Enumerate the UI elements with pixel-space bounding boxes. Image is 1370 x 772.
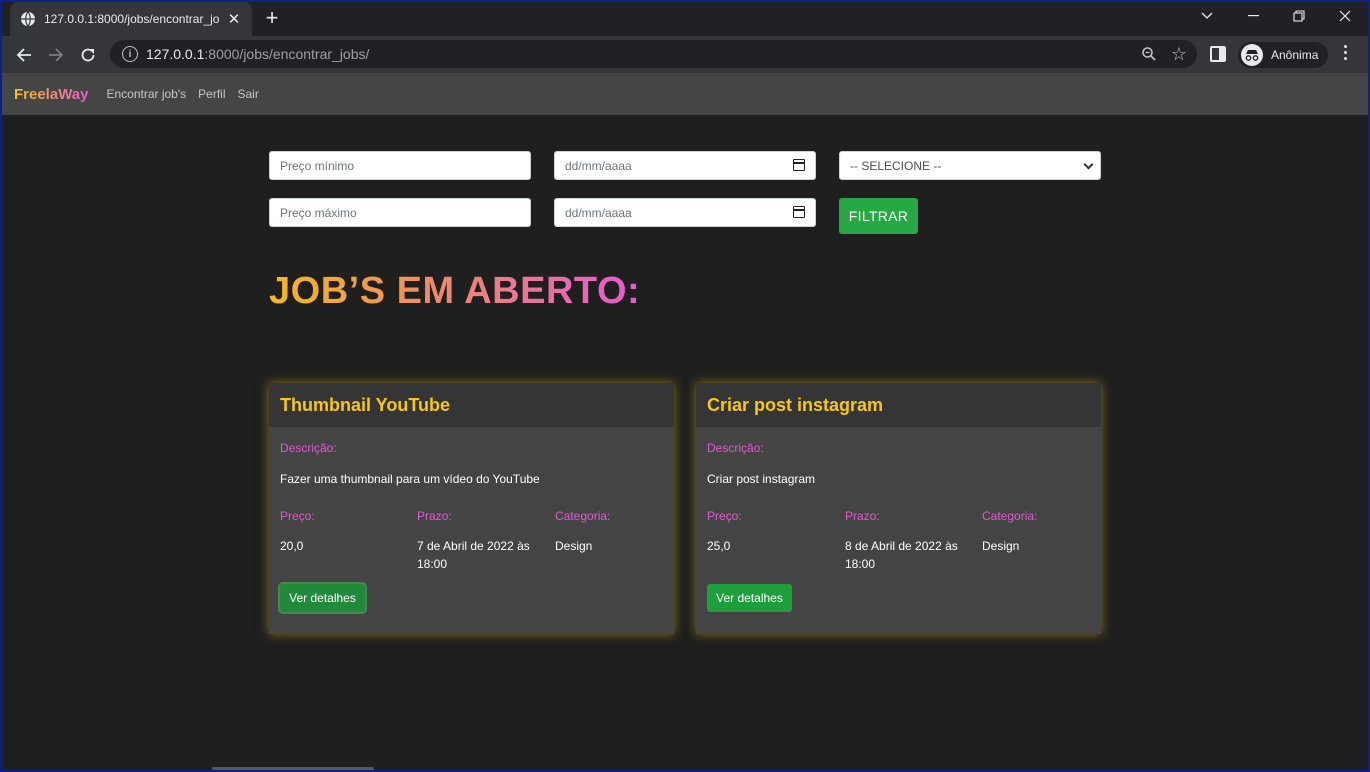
star-icon[interactable]: ☆: [1171, 44, 1187, 65]
browser-tabstrip: 127.0.0.1:8000/jobs/encontrar_jobs/ ✕ +: [0, 0, 1370, 36]
job-deadline: 8 de Abril de 2022 às 18:00: [845, 539, 958, 571]
calendar-icon[interactable]: [793, 206, 805, 218]
view-details-button[interactable]: Ver detalhes: [707, 584, 792, 612]
window-close-icon[interactable]: [1322, 0, 1368, 32]
start-date-text: dd/mm/aaaa: [565, 158, 632, 173]
end-date-text: dd/mm/aaaa: [565, 205, 632, 220]
job-card: Thumbnail YouTube Descrição: Fazer uma t…: [269, 383, 674, 634]
job-description: Fazer uma thumbnail para um vídeo do You…: [280, 472, 540, 486]
job-title: Thumbnail YouTube: [280, 394, 450, 415]
info-icon[interactable]: i: [122, 46, 138, 62]
plus-icon[interactable]: +: [262, 7, 282, 29]
deadline-label: Prazo:: [845, 509, 880, 523]
forward-icon[interactable]: [45, 44, 67, 66]
side-panel-icon[interactable]: [1210, 46, 1226, 62]
horizontal-scrollbar[interactable]: [212, 767, 374, 770]
nav-link-logout[interactable]: Sair: [238, 87, 259, 101]
min-price-input[interactable]: [280, 158, 520, 173]
tab-title: 127.0.0.1:8000/jobs/encontrar_jobs/: [44, 12, 219, 26]
deadline-column: Prazo: 7 de Abril de 2022 às 18:00: [417, 509, 537, 573]
chevron-down-icon[interactable]: [1184, 0, 1230, 32]
window-frame: [0, 0, 1370, 772]
calendar-icon[interactable]: [793, 159, 805, 171]
zoom-icon[interactable]: [1141, 46, 1157, 62]
start-date-field[interactable]: dd/mm/aaaa: [554, 151, 816, 180]
price-column: Preço: 20,0: [280, 509, 400, 555]
job-deadline: 7 de Abril de 2022 às 18:00: [417, 539, 530, 571]
min-price-field[interactable]: [269, 151, 531, 180]
back-icon[interactable]: [13, 44, 35, 66]
max-price-field[interactable]: [269, 198, 531, 227]
end-date-field[interactable]: dd/mm/aaaa: [554, 198, 816, 227]
brand-logo[interactable]: FreelaWay: [14, 86, 88, 103]
job-category: Design: [555, 539, 593, 553]
category-column: Categoria: Design: [555, 509, 675, 555]
filter-button[interactable]: FILTRAR: [839, 198, 918, 234]
job-card-header: Thumbnail YouTube: [269, 383, 674, 427]
job-category: Design: [982, 539, 1020, 553]
incognito-icon: [1241, 44, 1263, 66]
job-card: Criar post instagram Descrição: Criar po…: [696, 383, 1101, 634]
category-select-value: -- SELECIONE --: [850, 158, 942, 173]
profile-label: Anônima: [1271, 48, 1319, 62]
minimize-icon[interactable]: [1230, 0, 1276, 32]
page-title: JOB’S EM ABERTO:: [269, 270, 641, 312]
category-label: Categoria:: [555, 509, 611, 523]
max-price-input[interactable]: [280, 205, 520, 220]
close-icon[interactable]: ✕: [226, 10, 242, 28]
incognito-profile-button[interactable]: Anônima: [1238, 42, 1328, 68]
category-label: Categoria:: [982, 509, 1038, 523]
restore-icon[interactable]: [1276, 0, 1322, 32]
description-label: Descrição:: [707, 441, 764, 455]
job-title: Criar post instagram: [707, 394, 884, 415]
globe-icon: [21, 11, 35, 27]
chevron-down-icon: [1083, 159, 1094, 170]
category-column: Categoria: Design: [982, 509, 1102, 555]
price-column: Preço: 25,0: [707, 509, 827, 555]
job-card-header: Criar post instagram: [696, 383, 1101, 427]
view-details-button[interactable]: Ver detalhes: [280, 584, 365, 612]
browser-toolbar: i 127.0.0.1:8000/jobs/encontrar_jobs/ ☆: [0, 36, 1370, 73]
job-price: 25,0: [707, 539, 731, 553]
description-label: Descrição:: [280, 441, 337, 455]
browser-tab[interactable]: 127.0.0.1:8000/jobs/encontrar_jobs/ ✕: [10, 2, 252, 36]
job-description: Criar post instagram: [707, 472, 816, 486]
deadline-label: Prazo:: [417, 509, 452, 523]
reload-icon[interactable]: [77, 44, 99, 66]
category-select[interactable]: -- SELECIONE --: [839, 151, 1101, 180]
address-bar[interactable]: i 127.0.0.1:8000/jobs/encontrar_jobs/ ☆: [110, 40, 1197, 68]
menu-icon[interactable]: [1344, 45, 1348, 63]
price-label: Preço:: [707, 509, 742, 523]
job-price: 20,0: [280, 539, 304, 553]
site-navbar: FreelaWay Encontrar job's Perfil Sair: [2, 73, 1368, 115]
nav-link-profile[interactable]: Perfil: [198, 87, 225, 101]
url-text: 127.0.0.1:8000/jobs/encontrar_jobs/: [146, 46, 370, 62]
deadline-column: Prazo: 8 de Abril de 2022 às 18:00: [845, 509, 965, 573]
nav-link-find-jobs[interactable]: Encontrar job's: [106, 87, 186, 101]
price-label: Preço:: [280, 509, 315, 523]
